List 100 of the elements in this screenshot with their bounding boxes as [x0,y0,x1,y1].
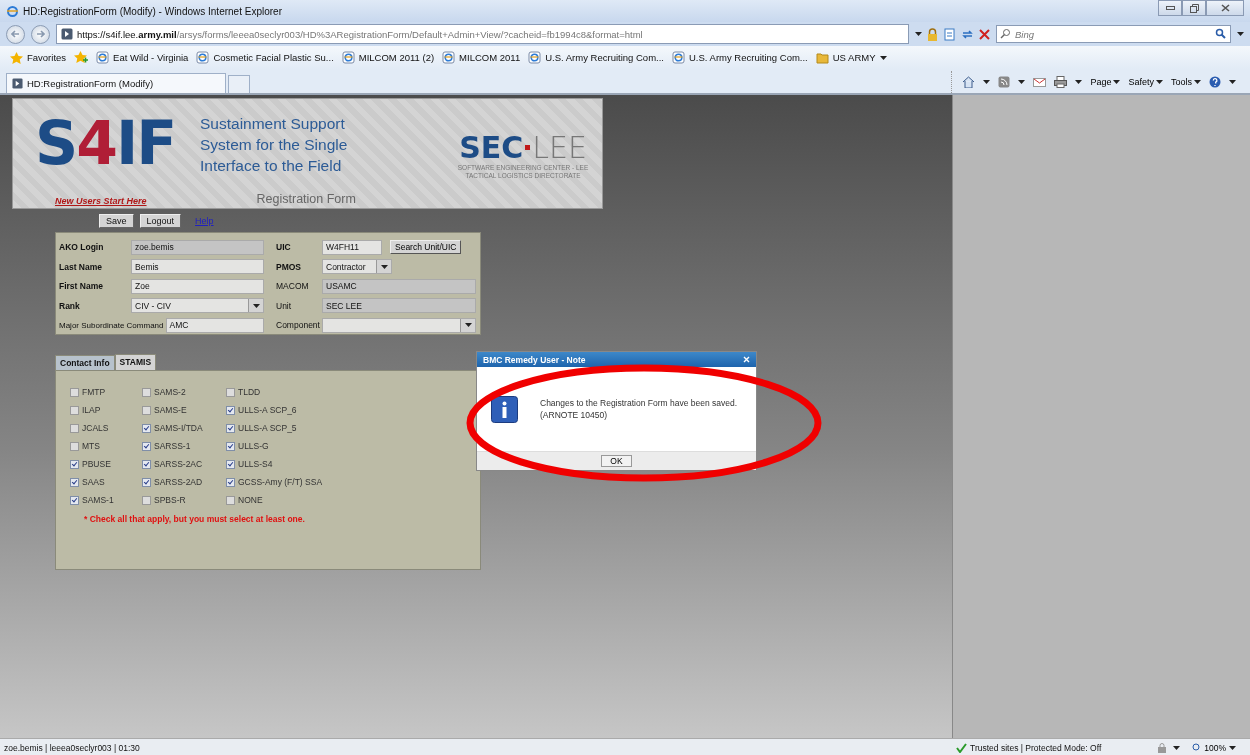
printer-icon[interactable] [1054,76,1068,88]
favorite-link[interactable]: U.S. Army Recruiting Com... [688,52,808,63]
ok-button[interactable]: OK [601,455,632,467]
text-field[interactable]: W4FH11 [322,239,382,255]
text-field[interactable]: zoe.bemis [131,239,264,255]
text-field[interactable]: Zoe [131,278,264,294]
checkbox-label: SAMS-1 [82,495,114,505]
checkbox[interactable] [70,423,79,433]
checkbox[interactable] [226,495,235,505]
checkbox[interactable] [142,495,151,505]
text-field[interactable]: AMC [165,317,264,333]
site-icon [12,78,23,89]
browser-tab[interactable]: HD:RegistrationForm (Modify) [6,73,226,93]
padlock-icon[interactable] [927,27,938,41]
field-label: First Name [59,281,104,292]
dropdown-field[interactable]: Contractor [322,259,392,275]
caret-icon[interactable] [1018,80,1026,84]
checkbox[interactable] [70,495,79,505]
checkbox-label: SARSS-2AD [154,477,203,487]
required-note: * Check all that apply, but you must select at least one. [84,514,306,524]
checkbox-label: MTS [82,441,100,451]
home-icon[interactable] [962,76,976,88]
checkbox[interactable] [142,423,151,433]
add-favorite-icon[interactable] [74,51,89,64]
checkbox[interactable] [226,459,235,469]
checkbox[interactable] [226,405,235,415]
search-field[interactable]: Bing [996,25,1231,43]
command-menu[interactable]: Safety [1128,77,1163,87]
caret-icon[interactable] [1229,80,1236,84]
field-label: Last Name [59,261,103,272]
window-title: HD:RegistrationForm (Modify) - Windows Internet Explorer [23,5,283,17]
checkbox[interactable] [142,441,151,451]
page-icon [96,51,110,64]
forward-button[interactable] [31,24,50,44]
close-button[interactable] [1206,0,1244,16]
checkbox-label: SPBS-R [154,495,186,505]
checkbox[interactable] [226,423,235,433]
caret-icon[interactable] [1173,745,1181,750]
caret-icon[interactable] [915,32,922,36]
command-menu[interactable]: Page [1090,77,1121,87]
checkbox[interactable] [142,477,151,487]
action-button[interactable]: Save [99,214,134,228]
search-unit-button[interactable]: Search Unit/UIC [390,240,462,255]
favorites-button[interactable]: Favorites [10,51,67,64]
caret-icon[interactable] [879,55,887,60]
checkbox[interactable] [70,441,79,451]
page-icon [442,51,456,64]
caret-icon[interactable] [252,303,260,308]
close-icon[interactable] [743,356,750,363]
field-label: AKO Login [59,242,105,253]
command-menu[interactable]: Tools [1171,77,1201,87]
field-label: UIC [276,242,292,253]
favorite-link[interactable]: US ARMY [832,52,876,63]
stop-icon[interactable] [979,28,990,40]
favorite-link[interactable]: MILCOM 2011 [459,52,521,63]
caret-icon[interactable] [1237,32,1244,36]
back-button[interactable] [6,24,25,44]
form-tab[interactable]: Contact Info [55,355,115,370]
text-field[interactable]: Bemis [131,259,264,275]
checkbox[interactable] [142,459,151,469]
form-tab[interactable]: STAMIS [114,354,157,370]
action-button[interactable]: Logout [139,214,182,228]
favorite-link[interactable]: U.S. Army Recruiting Com... [545,52,664,63]
zoom-control[interactable]: 100% [1186,741,1246,754]
text-field[interactable]: SEC LEE [322,298,476,314]
checkbox-label: FMTP [82,387,106,397]
dropdown-field[interactable] [322,317,476,333]
caret-icon[interactable] [464,323,472,328]
checkbox[interactable] [226,387,235,397]
checkbox[interactable] [70,387,79,397]
refresh-icon[interactable] [961,27,974,41]
checkbox[interactable] [142,405,151,415]
checkbox[interactable] [226,477,235,487]
help-icon[interactable] [1209,76,1221,88]
caret-icon[interactable] [1075,80,1083,84]
checkbox-label: SARSS-2AC [154,459,203,469]
address-field[interactable]: https://s4if.lee.army.mil/arsys/forms/leeea0seclyr003/HD%3ARegistrationForm/Default+Admin+View/?cacheid=fb1994c8&format=html [56,24,909,44]
favorite-link[interactable]: MILCOM 2011 (2) [358,52,435,63]
magnifier-icon [1192,743,1202,752]
dropdown-field[interactable]: CIV - CIV [131,298,264,314]
checkmark-icon [956,742,968,753]
minimize-button[interactable] [1158,0,1182,16]
mail-icon[interactable] [1033,77,1047,87]
favorite-link[interactable]: Cosmetic Facial Plastic Su... [213,52,334,63]
checkbox[interactable] [70,477,79,487]
caret-icon[interactable] [380,264,388,269]
checkbox[interactable] [226,441,235,451]
page-icon [671,51,685,64]
checkbox-label: GCSS-Amy (F/T) SSA [238,477,323,487]
feed-icon[interactable] [998,76,1011,88]
search-icon[interactable] [1215,28,1226,39]
favorite-link[interactable]: Eat Wild - Virginia [113,52,189,63]
caret-icon[interactable] [983,80,991,84]
restore-button[interactable] [1182,0,1206,16]
form-title: Registration Form [256,192,356,206]
checkbox[interactable] [70,405,79,415]
checkbox[interactable] [142,387,151,397]
checkbox[interactable] [70,459,79,469]
text-field[interactable]: USAMC [322,278,476,294]
new-users-link[interactable]: New Users Start Here [55,196,147,206]
